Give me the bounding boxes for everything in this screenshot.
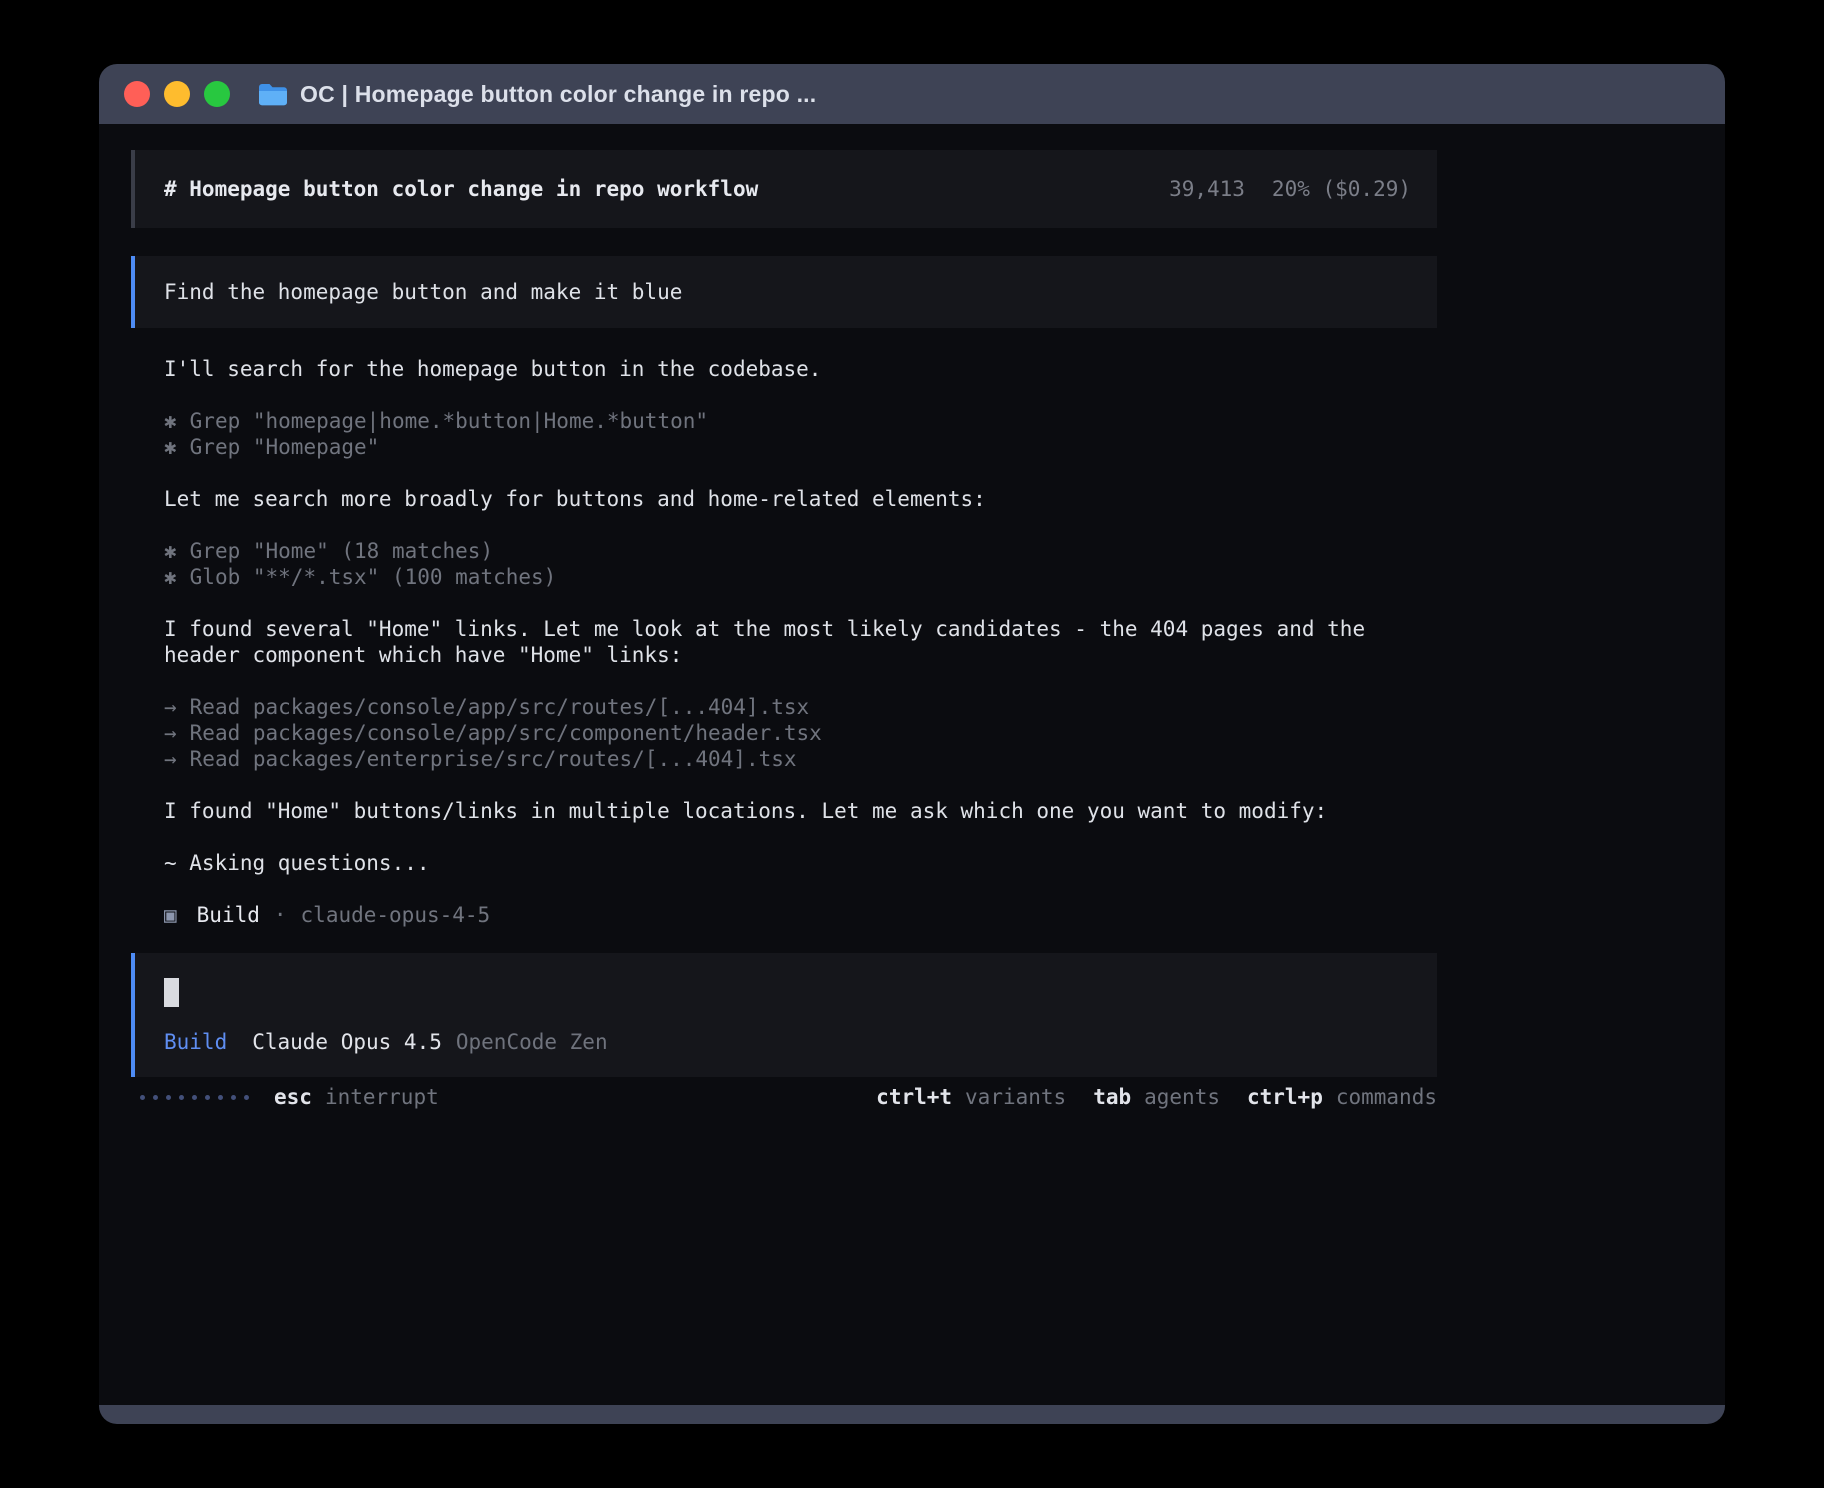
assistant-text: I found several "Home" links. Let me loo… [164, 616, 1437, 668]
spinner-dot [244, 1095, 249, 1100]
shortcut-key: ctrl+t [876, 1084, 952, 1110]
minimize-button[interactable] [164, 81, 190, 107]
tool-call-group: → Read packages/console/app/src/routes/[… [164, 694, 1437, 772]
folder-icon [258, 82, 288, 106]
tool-bullet-icon: ✱ [164, 434, 177, 460]
tool-bullet-icon: ✱ [164, 408, 177, 434]
spinner-dot [166, 1095, 171, 1100]
text-cursor [164, 978, 179, 1007]
arrow-right-icon: → [164, 746, 177, 772]
assistant-paragraph: Let me search more broadly for buttons a… [164, 486, 1437, 512]
tool-call-label: Grep "homepage|home.*button|Home.*button… [190, 408, 708, 434]
assistant-text: I found "Home" buttons/links in multiple… [164, 798, 1437, 824]
tool-call-group: ✱ Grep "homepage|home.*button|Home.*butt… [164, 408, 1437, 460]
provider-label: OpenCode Zen [456, 1029, 608, 1055]
user-message-text: Find the homepage button and make it blu… [164, 279, 682, 305]
spinner-dot [205, 1095, 210, 1100]
read-call-label: Read packages/console/app/src/routes/[..… [190, 694, 810, 720]
activity-status-text: ~ Asking questions... [164, 850, 1437, 876]
window-title: OC | Homepage button color change in rep… [300, 81, 816, 108]
read-call-label: Read packages/console/app/src/component/… [190, 720, 822, 746]
shortcut-agents: tab agents [1093, 1084, 1220, 1110]
agent-icon: ▣ [164, 902, 177, 928]
status-bar: esc interrupt ctrl+t variants tab agents… [131, 1084, 1437, 1110]
session-header: # Homepage button color change in repo w… [131, 150, 1437, 228]
tool-call-group: ✱ Grep "Home" (18 matches) ✱ Glob "**/*.… [164, 538, 1437, 590]
shortcut-label: variants [965, 1084, 1066, 1110]
shortcut-hints: ctrl+t variants tab agents ctrl+p comman… [876, 1084, 1437, 1110]
spinner-dot [231, 1095, 236, 1100]
read-call: → Read packages/enterprise/src/routes/[.… [164, 746, 1437, 772]
assistant-text: Let me search more broadly for buttons a… [164, 486, 1437, 512]
tool-bullet-icon: ✱ [164, 564, 177, 590]
agent-separator: · [274, 902, 287, 928]
spinner-dot [140, 1095, 145, 1100]
read-call: → Read packages/console/app/src/routes/[… [164, 694, 1437, 720]
shortcut-commands: ctrl+p commands [1247, 1084, 1437, 1110]
tool-call-label: Grep "Homepage" [190, 434, 380, 460]
activity-spinner [140, 1095, 249, 1100]
session-title: # Homepage button color change in repo w… [164, 176, 1169, 202]
token-count: 39,413 [1169, 176, 1245, 202]
zoom-button[interactable] [204, 81, 230, 107]
terminal-content: # Homepage button color change in repo w… [99, 124, 1725, 1405]
shortcut-key: ctrl+p [1247, 1084, 1323, 1110]
close-button[interactable] [124, 81, 150, 107]
arrow-right-icon: → [164, 694, 177, 720]
agent-mode-badge[interactable]: Build [164, 1029, 227, 1055]
activity-status: ~ Asking questions... [164, 850, 1437, 876]
tool-call: ✱ Grep "Home" (18 matches) [164, 538, 1437, 564]
shortcut-key: tab [1093, 1084, 1131, 1110]
traffic-lights [124, 81, 230, 107]
read-call: → Read packages/console/app/src/componen… [164, 720, 1437, 746]
spinner-dot [192, 1095, 197, 1100]
agent-model: claude-opus-4-5 [301, 902, 491, 928]
user-message: Find the homepage button and make it blu… [131, 256, 1437, 328]
esc-action-label: interrupt [325, 1084, 439, 1110]
tool-call: ✱ Glob "**/*.tsx" (100 matches) [164, 564, 1437, 590]
agent-status-row: ▣ Build · claude-opus-4-5 [164, 902, 1437, 928]
context-usage: 20% ($0.29) [1272, 176, 1411, 202]
tool-call: ✱ Grep "homepage|home.*button|Home.*butt… [164, 408, 1437, 434]
tool-bullet-icon: ✱ [164, 538, 177, 564]
read-call-label: Read packages/enterprise/src/routes/[...… [190, 746, 797, 772]
spinner-dot [153, 1095, 158, 1100]
shortcut-variants: ctrl+t variants [876, 1084, 1066, 1110]
assistant-paragraph: I found "Home" buttons/links in multiple… [164, 798, 1437, 824]
terminal-window: OC | Homepage button color change in rep… [99, 64, 1725, 1424]
assistant-paragraph: I'll search for the homepage button in t… [164, 356, 1437, 382]
tool-call: ✱ Grep "Homepage" [164, 434, 1437, 460]
spinner-dot [218, 1095, 223, 1100]
shortcut-label: agents [1144, 1084, 1220, 1110]
tool-call-label: Grep "Home" (18 matches) [190, 538, 493, 564]
titlebar[interactable]: OC | Homepage button color change in rep… [99, 64, 1725, 124]
esc-key-hint: esc [274, 1084, 312, 1110]
arrow-right-icon: → [164, 720, 177, 746]
prompt-footer: Build Claude Opus 4.5 OpenCode Zen [164, 1029, 1409, 1055]
model-label: Claude Opus 4.5 [252, 1029, 442, 1055]
prompt-input[interactable]: Build Claude Opus 4.5 OpenCode Zen [131, 953, 1437, 1077]
agent-name: Build [197, 902, 260, 928]
shortcut-label: commands [1336, 1084, 1437, 1110]
assistant-paragraph: I found several "Home" links. Let me loo… [164, 616, 1437, 668]
tool-call-label: Glob "**/*.tsx" (100 matches) [190, 564, 557, 590]
spinner-dot [179, 1095, 184, 1100]
conversation: I'll search for the homepage button in t… [164, 356, 1437, 928]
assistant-text: I'll search for the homepage button in t… [164, 356, 1437, 382]
session-stats: 39,413 20% ($0.29) [1169, 176, 1411, 202]
